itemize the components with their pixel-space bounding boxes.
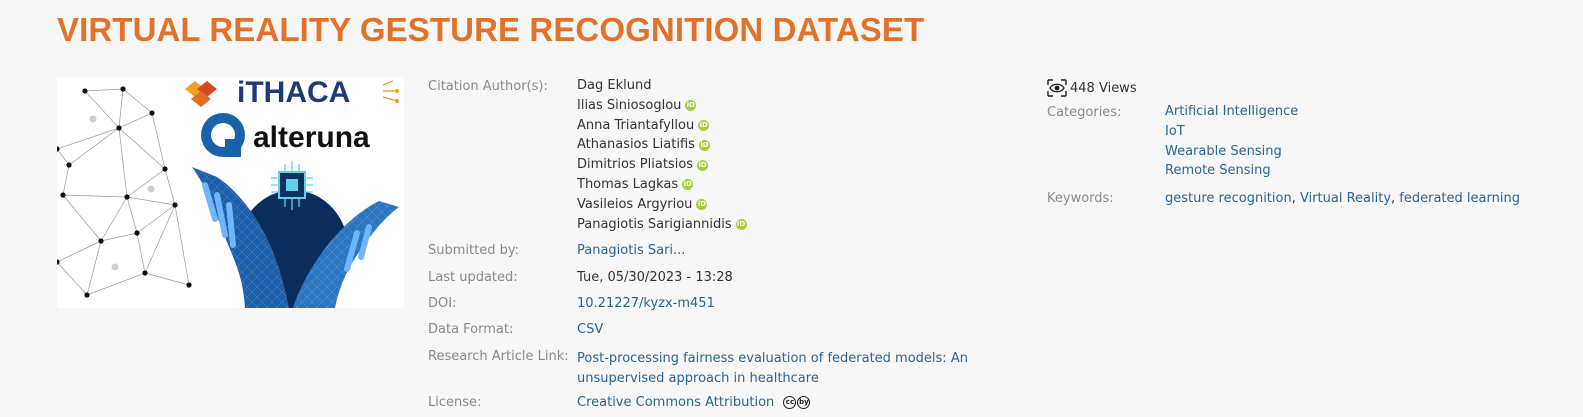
research-article-link[interactable]: Post-processing fairness evaluation of f… bbox=[577, 349, 968, 389]
author-item: Athanasios Liatifis iD bbox=[577, 135, 747, 155]
category-link[interactable]: Wearable Sensing bbox=[1165, 144, 1282, 159]
dataset-page: VIRTUAL REALITY GESTURE RECOGNITION DATA… bbox=[0, 0, 1583, 417]
author-item: Thomas Lagkas iD bbox=[577, 175, 747, 195]
views-counter: 448 Views bbox=[1047, 79, 1137, 97]
author-name: Athanasios Liatifis bbox=[577, 137, 695, 153]
keywords-list: gesture recognition, Virtual Reality, fe… bbox=[1165, 191, 1520, 206]
cc-icon: cc bbox=[783, 396, 797, 409]
categories-label: Categories: bbox=[1047, 105, 1122, 120]
license-label: License: bbox=[428, 395, 482, 410]
doi-label: DOI: bbox=[428, 296, 457, 311]
author-item: Dag Eklund bbox=[577, 76, 747, 96]
submitted-by-link[interactable]: Panagiotis Sari... bbox=[577, 243, 685, 258]
orcid-icon[interactable]: iD bbox=[697, 159, 709, 171]
authors-list: Dag Eklund Ilias Siniosoglou iD Anna Tria… bbox=[577, 76, 747, 234]
submitted-by-label: Submitted by: bbox=[428, 243, 519, 258]
author-item: Vasileios Argyriou iD bbox=[577, 195, 747, 215]
orcid-icon[interactable]: iD bbox=[735, 218, 747, 230]
category-link[interactable]: Artificial Intelligence bbox=[1165, 104, 1298, 119]
author-name: Anna Triantafyllou bbox=[577, 117, 695, 133]
research-article-line-1: Post-processing fairness evaluation of f… bbox=[577, 351, 968, 366]
orcid-icon[interactable]: iD bbox=[698, 119, 710, 131]
categories-list: Artificial Intelligence IoT Wearable Sen… bbox=[1165, 102, 1298, 181]
author-name: Vasileios Argyriou bbox=[577, 196, 693, 212]
keyword-link[interactable]: gesture recognition bbox=[1165, 191, 1292, 206]
data-format-label: Data Format: bbox=[428, 322, 514, 337]
author-item: Dimitrios Pliatsios iD bbox=[577, 155, 747, 175]
author-item: Ilias Siniosoglou iD bbox=[577, 96, 747, 116]
author-name: Dag Eklund bbox=[577, 78, 652, 93]
author-item: Panagiotis Sarigiannidis iD bbox=[577, 215, 747, 235]
dataset-thumbnail: iTHACA alteruna bbox=[57, 77, 404, 308]
keyword-separator: , bbox=[1291, 191, 1300, 206]
research-article-line-2: unsupervised approach in healthcare bbox=[577, 371, 819, 386]
author-item: Anna Triantafyllou iD bbox=[577, 116, 747, 136]
author-name: Dimitrios Pliatsios bbox=[577, 157, 694, 173]
authors-label: Citation Author(s): bbox=[428, 79, 548, 94]
page-title: VIRTUAL REALITY GESTURE RECOGNITION DATA… bbox=[57, 11, 925, 48]
last-updated-value: Tue, 05/30/2023 - 13:28 bbox=[577, 270, 733, 285]
research-article-label: Research Article Link: bbox=[428, 349, 569, 364]
orcid-icon[interactable]: iD bbox=[685, 100, 697, 112]
keyword-link[interactable]: federated learning bbox=[1399, 191, 1520, 206]
license-link[interactable]: Creative Commons Attribution bbox=[577, 395, 774, 410]
last-updated-label: Last updated: bbox=[428, 270, 518, 285]
eye-icon bbox=[1047, 79, 1067, 97]
keywords-label: Keywords: bbox=[1047, 191, 1114, 206]
category-link[interactable]: Remote Sensing bbox=[1165, 163, 1271, 178]
ithaca-logo-text: iTHACA bbox=[237, 77, 350, 109]
alteruna-logo-text: alteruna bbox=[253, 121, 370, 154]
thumbnail-graphic: iTHACA alteruna bbox=[57, 77, 404, 308]
author-name: Thomas Lagkas bbox=[577, 176, 679, 192]
keyword-link[interactable]: Virtual Reality bbox=[1300, 191, 1391, 206]
views-count: 448 bbox=[1070, 80, 1095, 96]
orcid-icon[interactable]: iD bbox=[682, 179, 694, 191]
orcid-icon[interactable]: iD bbox=[698, 139, 710, 151]
category-link[interactable]: IoT bbox=[1165, 124, 1185, 139]
by-icon: by bbox=[797, 396, 811, 409]
data-format-link[interactable]: CSV bbox=[577, 322, 603, 337]
doi-link[interactable]: 10.21227/kyzx-m451 bbox=[577, 296, 715, 311]
views-label: Views bbox=[1098, 80, 1137, 96]
license-value: Creative Commons Attribution cc by bbox=[577, 395, 811, 410]
author-name: Ilias Siniosoglou bbox=[577, 97, 682, 113]
creative-commons-icon: cc by bbox=[783, 396, 811, 409]
orcid-icon[interactable]: iD bbox=[696, 199, 708, 211]
author-name: Panagiotis Sarigiannidis bbox=[577, 216, 732, 232]
